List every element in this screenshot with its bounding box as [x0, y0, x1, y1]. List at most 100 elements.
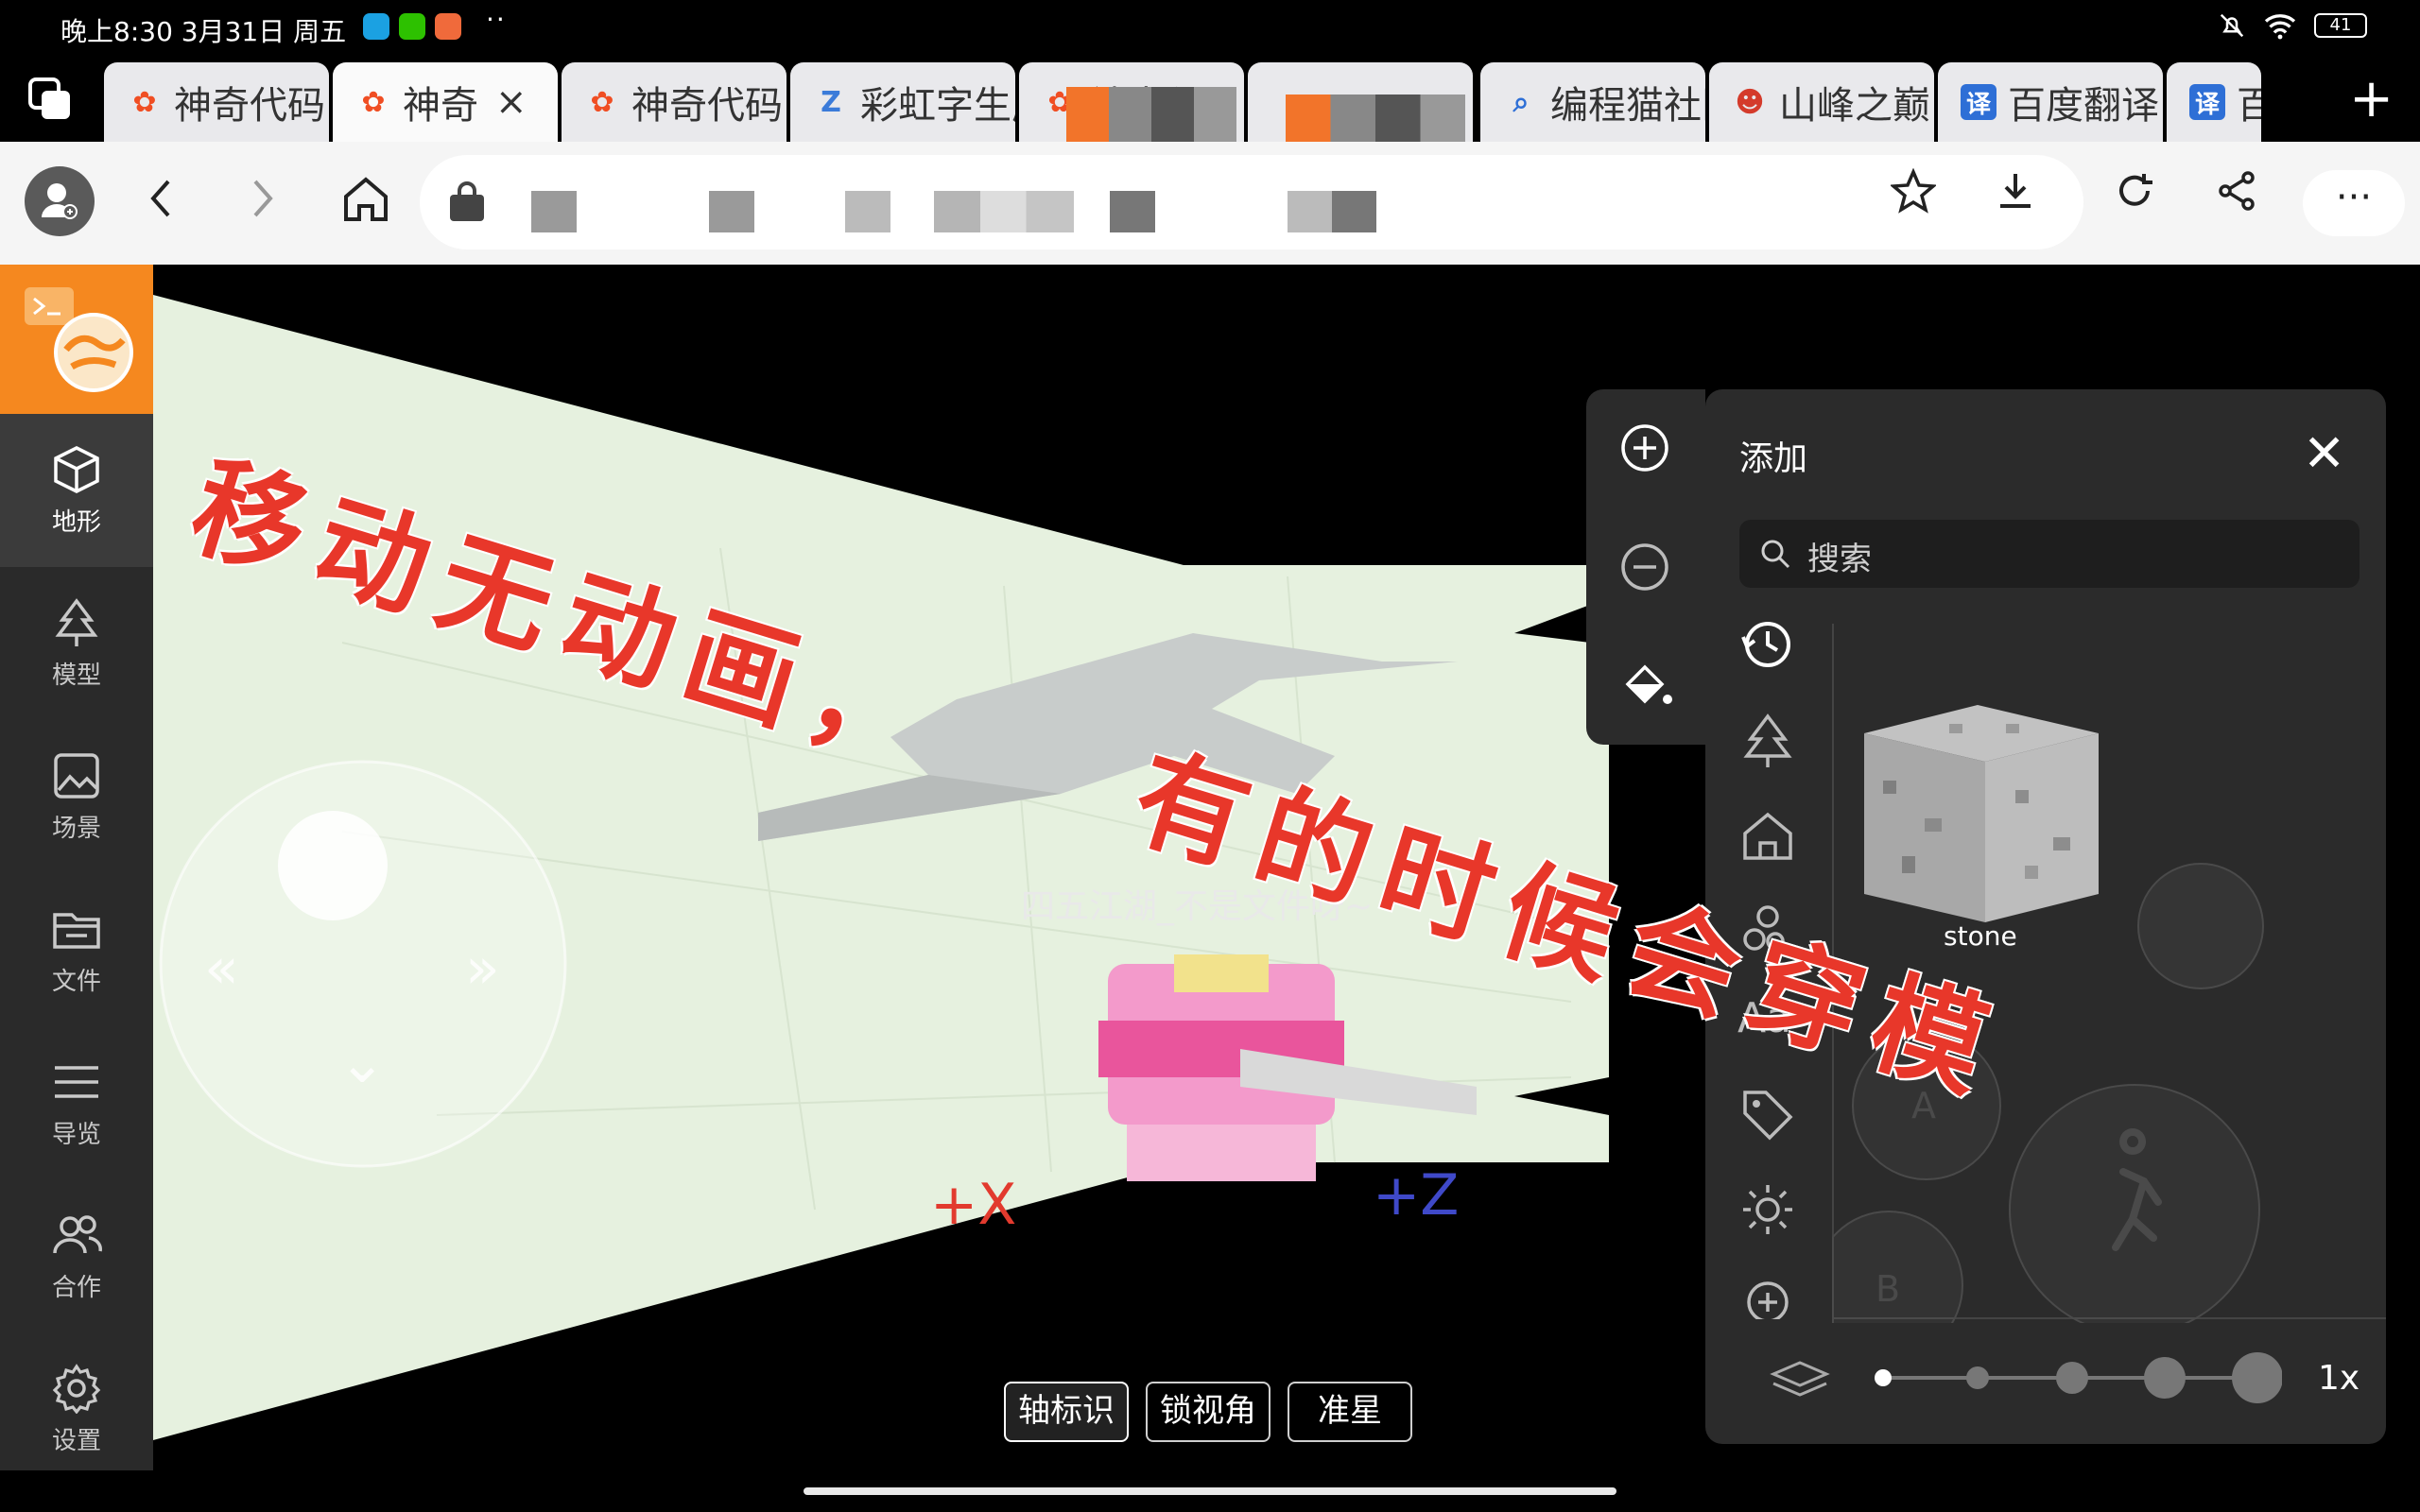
- tree-category-icon[interactable]: [1737, 711, 1798, 771]
- stone-cube-icon: [1864, 705, 2099, 922]
- crosshair-button[interactable]: 准星: [1288, 1382, 1412, 1442]
- sidebar-item-terrain[interactable]: 地形: [0, 414, 153, 567]
- sidebar-item-file[interactable]: 文件: [0, 873, 153, 1026]
- notes-icon: [435, 13, 461, 40]
- zoom-slider[interactable]: [1866, 1348, 2282, 1408]
- battery-icon: 41: [2314, 13, 2367, 38]
- block-item-stone[interactable]: [1864, 705, 2099, 951]
- axis-x-label: +X: [930, 1172, 1017, 1238]
- house-category-icon[interactable]: [1737, 805, 1798, 866]
- sidebar-item-label: 合作: [51, 1273, 101, 1302]
- sidebar-item-label: 文件: [51, 967, 101, 996]
- axis-marker-button[interactable]: 轴标识: [1004, 1382, 1129, 1442]
- list-icon: [55, 1065, 98, 1098]
- mute-bell-icon: [2220, 13, 2244, 38]
- mascot-icon: ☻: [1735, 85, 1765, 119]
- tab-label: 彩虹字生成: [860, 84, 1015, 128]
- status-bar: 晚上8:30 3月31日 周五 ·· 41: [0, 0, 2420, 57]
- remove-tool-icon[interactable]: [1618, 541, 1671, 593]
- bookmark-star-button[interactable]: [1889, 167, 1938, 225]
- redaction-block: [1066, 87, 1236, 142]
- tab-8[interactable]: 译 百度翻译: [1938, 62, 2163, 142]
- search-input[interactable]: 搜索: [1739, 520, 2360, 588]
- more-category-icon[interactable]: [1737, 1272, 1798, 1319]
- tab-0[interactable]: ✿ 神奇代码: [104, 62, 329, 142]
- more-menu-button[interactable]: ···: [2303, 170, 2405, 236]
- zoom-step-3[interactable]: [2056, 1362, 2088, 1394]
- chevron-left-icon: [150, 180, 170, 217]
- new-tab-button[interactable]: +: [2349, 68, 2394, 129]
- light-category-icon[interactable]: [1737, 1179, 1798, 1240]
- user-avatar[interactable]: [25, 166, 95, 236]
- tab-5[interactable]: [1248, 62, 1473, 142]
- sidebar-item-collab[interactable]: 合作: [0, 1179, 153, 1332]
- app-logo[interactable]: [0, 265, 153, 414]
- download-button[interactable]: [1993, 168, 2038, 225]
- tab-1[interactable]: ✿ 神奇 ×: [333, 62, 558, 142]
- sidebar-item-model[interactable]: 模型: [0, 567, 153, 720]
- status-time: 晚上8:30 3月31日 周五: [60, 16, 347, 47]
- flower-icon: ✿: [132, 85, 157, 119]
- sidebar-item-settings[interactable]: 设置: [0, 1332, 153, 1486]
- zoom-step-2[interactable]: [1966, 1366, 1989, 1389]
- home-button[interactable]: [340, 170, 391, 239]
- forward-button[interactable]: [244, 170, 282, 239]
- folder-icon: [53, 912, 100, 949]
- redaction-block: [1110, 191, 1155, 232]
- camera-button[interactable]: [2137, 863, 2264, 989]
- tab-2[interactable]: ✿ 神奇代码: [562, 62, 786, 142]
- tree-icon: [55, 597, 98, 646]
- zoom-level-label: 1x: [2318, 1359, 2360, 1398]
- tab-label: 神奇代码: [631, 84, 783, 128]
- tag-category-icon[interactable]: [1737, 1085, 1798, 1145]
- shopping-bag-icon: [450, 181, 484, 221]
- status-right: 41: [2218, 11, 2367, 40]
- add-tool-icon[interactable]: [1618, 421, 1671, 474]
- joystick-left-arrow: «: [204, 936, 239, 1002]
- sidebar-item-label: 导览: [51, 1120, 101, 1149]
- home-indicator[interactable]: [804, 1487, 1616, 1495]
- url-field[interactable]: [420, 155, 2083, 249]
- tab-9[interactable]: 译 百: [2167, 62, 2261, 142]
- sidebar-item-scene[interactable]: 场景: [0, 720, 153, 873]
- tab-label: 神奇代码: [174, 84, 325, 128]
- paint-bucket-icon[interactable]: [1618, 658, 1675, 714]
- redaction-block: [531, 191, 577, 232]
- sidebar-item-label: 地形: [51, 507, 101, 537]
- panel-title: 添加: [1739, 439, 1808, 478]
- sidebar-item-guide[interactable]: 导览: [0, 1026, 153, 1179]
- tab-4[interactable]: ✿ 神奇代: [1019, 62, 1244, 142]
- reload-button[interactable]: [2112, 168, 2157, 225]
- cube-icon: [54, 445, 99, 493]
- zj-icon: Z: [821, 85, 841, 119]
- image-icon: [54, 752, 99, 799]
- gear-icon: [52, 1363, 101, 1414]
- layers-icon: [1770, 1361, 1830, 1397]
- tab-6[interactable]: ⌕ 编程猫社区: [1480, 62, 1705, 142]
- users-icon: [53, 1214, 102, 1253]
- reload-icon: [2119, 174, 2152, 206]
- share-button[interactable]: [2214, 168, 2259, 225]
- tab-close-icon[interactable]: ×: [495, 80, 527, 124]
- translate-icon: 译: [1961, 84, 1996, 120]
- tab-7[interactable]: ☻ 山峰之巅: [1709, 62, 1934, 142]
- redaction-block: [1286, 94, 1465, 142]
- tab-switcher-icon[interactable]: [26, 76, 76, 125]
- flower-icon: ✿: [590, 85, 614, 119]
- history-icon[interactable]: [1737, 614, 1798, 675]
- flower-icon: ✿: [361, 85, 386, 119]
- zoom-step-1[interactable]: [1875, 1369, 1892, 1386]
- zoom-step-5[interactable]: [2232, 1352, 2282, 1403]
- zoom-step-4[interactable]: [2144, 1357, 2186, 1399]
- tab-3[interactable]: Z 彩虹字生成: [790, 62, 1015, 142]
- panel-close-button[interactable]: ✕: [2303, 423, 2345, 483]
- tab-label: 神奇: [403, 84, 478, 128]
- joystick-knob[interactable]: [278, 811, 388, 920]
- joystick-right-arrow: »: [465, 936, 500, 1002]
- lock-view-button[interactable]: 锁视角: [1146, 1382, 1270, 1442]
- tab-strip: ✿ 神奇代码 ✿ 神奇 × ✿ 神奇代码 Z 彩虹字生成 ✿ 神奇代 ⌕ 编程猫…: [0, 57, 2420, 142]
- back-button[interactable]: [142, 170, 180, 239]
- star-icon: [1889, 167, 1938, 214]
- share-icon: [2219, 171, 2255, 211]
- translate-icon: 译: [2189, 84, 2225, 120]
